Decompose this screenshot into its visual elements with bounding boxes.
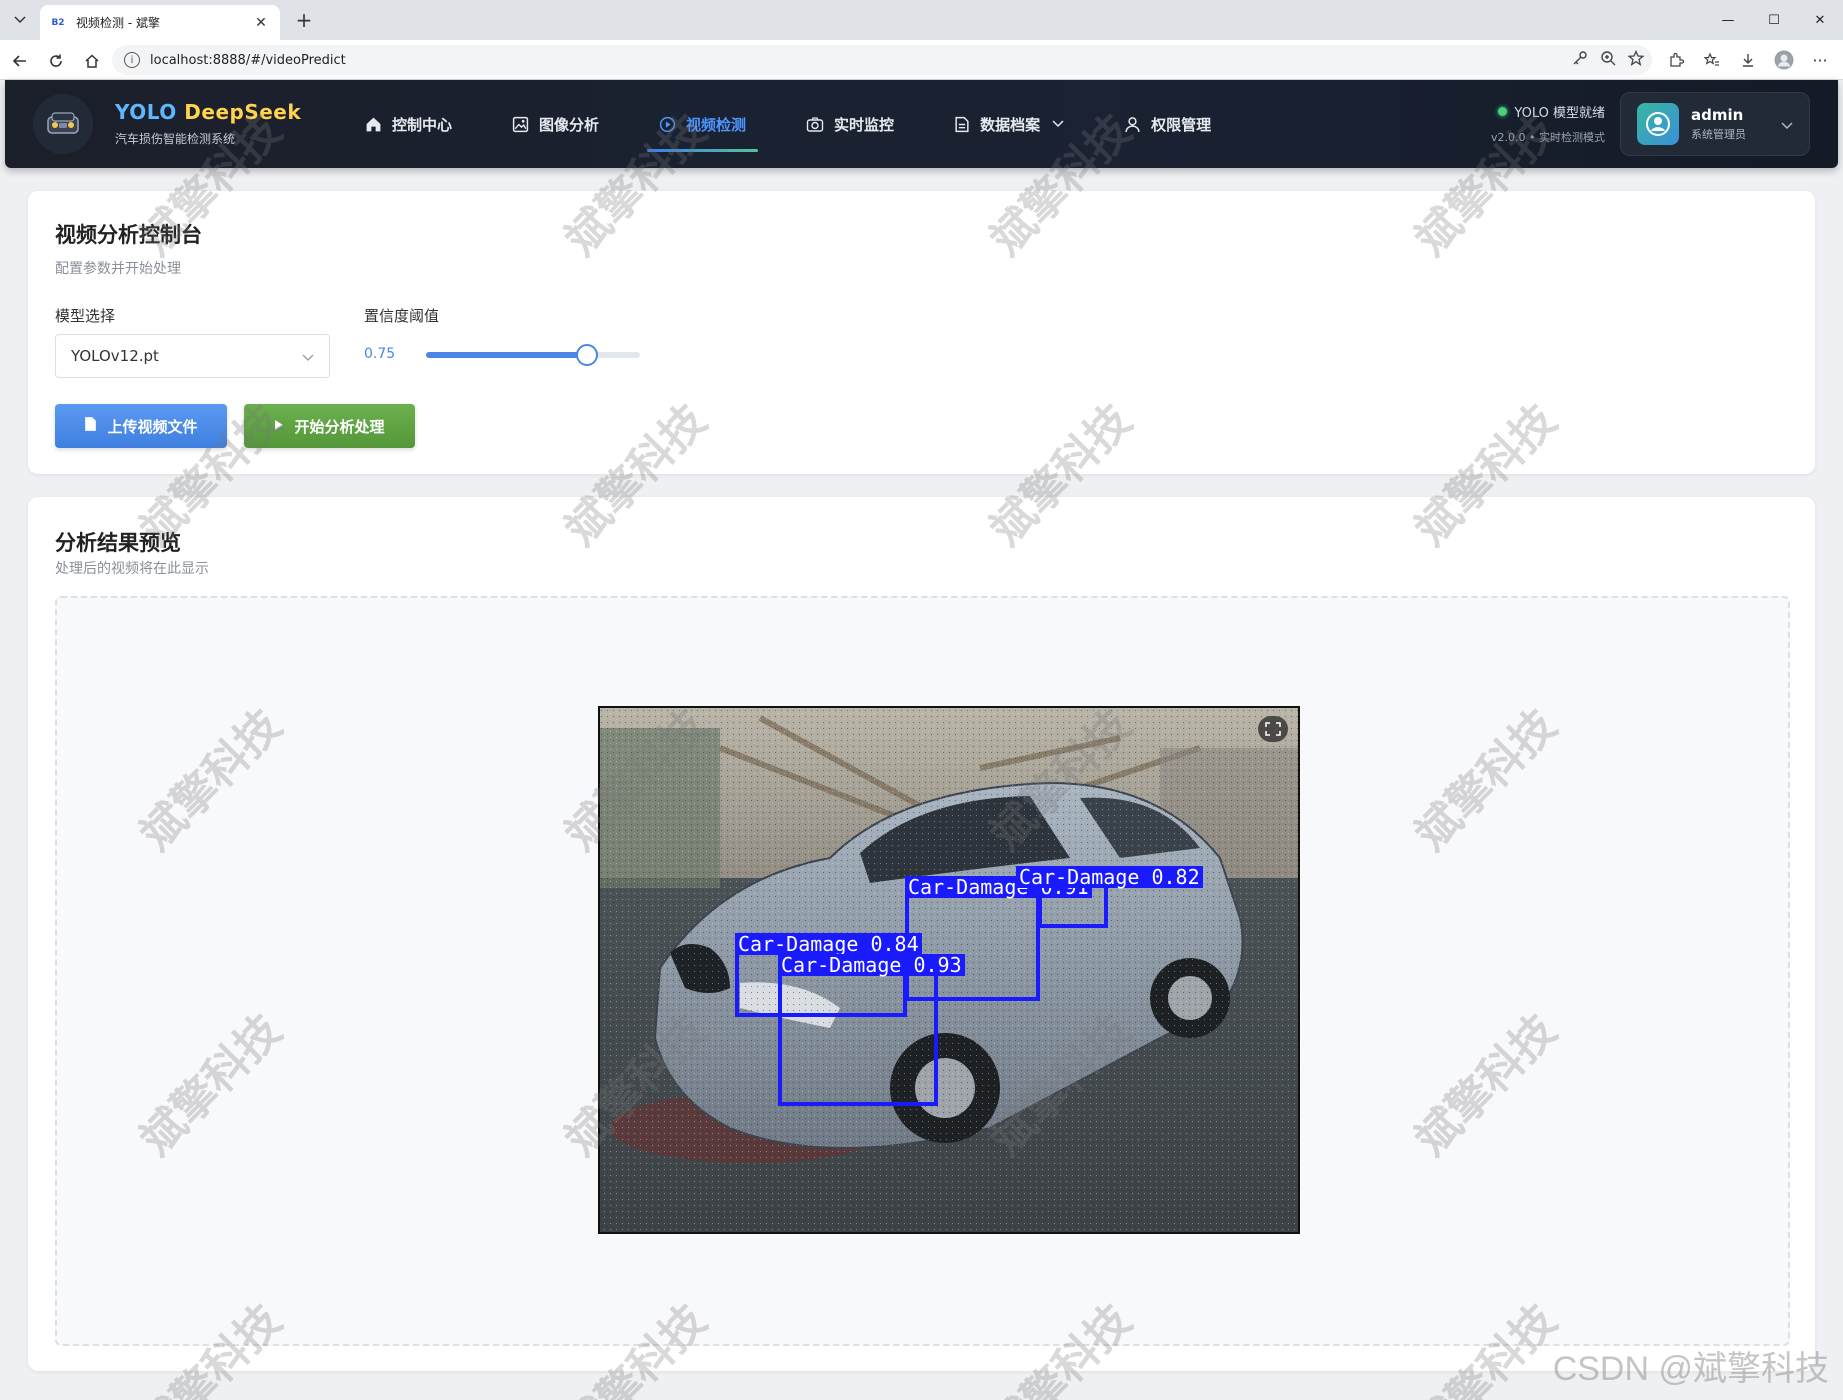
url-text: localhost:8888/#/videoPredict <box>150 52 346 68</box>
nav-item-permissions[interactable]: 权限管理 <box>1104 80 1231 168</box>
home-icon <box>365 116 382 133</box>
preview-subtitle: 处理后的视频将在此显示 <box>55 561 209 577</box>
more-menu-icon[interactable]: ··· <box>1807 47 1833 73</box>
window-close-icon[interactable]: ✕ <box>1797 0 1843 40</box>
preview-area: Car-Damage 0.91 Car-Damage 0.82 Car-Dama… <box>55 596 1790 1346</box>
status-dot-icon <box>1498 107 1508 116</box>
key-icon[interactable] <box>1572 50 1588 70</box>
play-circle-icon <box>659 116 676 133</box>
model-label: 模型选择 <box>55 307 116 325</box>
nav-item-live-monitor[interactable]: 实时监控 <box>786 80 914 168</box>
start-label: 开始分析处理 <box>294 417 385 436</box>
profile-avatar-icon[interactable] <box>1771 47 1797 73</box>
window-controls: — ☐ ✕ <box>1705 0 1843 40</box>
upload-video-button[interactable]: 上传视频文件 <box>55 404 227 448</box>
new-tab-button[interactable]: + <box>290 6 318 34</box>
avatar <box>1637 103 1679 145</box>
minimize-icon[interactable]: — <box>1705 0 1751 40</box>
nav-item-control-center[interactable]: 控制中心 <box>345 80 472 168</box>
user-avatar-icon <box>1646 112 1670 136</box>
detection-label: Car-Damage 0.82 <box>1016 866 1203 888</box>
detection-label: Car-Damage 0.84 <box>735 933 922 955</box>
fullscreen-icon[interactable] <box>1258 716 1288 742</box>
file-icon <box>84 416 97 436</box>
document-icon <box>954 116 970 133</box>
car-logo-icon <box>47 112 79 134</box>
brand-yolo: YOLO <box>115 100 177 124</box>
back-arrow-icon[interactable] <box>6 47 34 75</box>
extensions-icon[interactable] <box>1663 47 1689 73</box>
nav-label: 权限管理 <box>1151 115 1212 134</box>
home-icon[interactable] <box>78 47 106 75</box>
favorites-icon[interactable] <box>1699 47 1725 73</box>
brand-title: YOLO DeepSeek <box>115 100 301 124</box>
nav-item-video-detection[interactable]: 视频检测 <box>639 80 766 168</box>
browser-tab[interactable]: B2 视频检测 - 斌擎 ✕ <box>40 5 280 40</box>
reload-icon[interactable] <box>42 47 70 75</box>
tab-list-chevron-icon[interactable] <box>6 6 34 34</box>
control-subtitle: 配置参数并开始处理 <box>55 261 181 277</box>
tab-title: 视频检测 - 斌擎 <box>76 16 160 30</box>
main-nav: 控制中心 图像分析 视频检测 实时监控 数据档案 权限管理 <box>345 80 1251 168</box>
control-panel-card: 视频分析控制台 配置参数并开始处理 模型选择 YOLOv12.pt 置信度阈值 … <box>28 191 1815 474</box>
tab-favicon-icon: B2 <box>51 17 65 28</box>
confidence-label: 置信度阈值 <box>364 307 440 325</box>
user-icon <box>1124 116 1141 133</box>
chevron-down-icon <box>1052 120 1064 128</box>
status-text: YOLO 模型就绪 <box>1514 106 1605 121</box>
slider-thumb[interactable] <box>575 344 598 366</box>
url-field[interactable]: i localhost:8888/#/videoPredict <box>112 45 1652 75</box>
nav-item-image-analysis[interactable]: 图像分析 <box>492 80 619 168</box>
user-menu[interactable]: admin 系统管理员 <box>1620 92 1810 156</box>
site-info-icon[interactable]: i <box>124 52 140 68</box>
brand-subtitle: 汽车损伤智能检测系统 <box>115 132 236 146</box>
user-role: 系统管理员 <box>1691 128 1746 141</box>
nav-item-data-archive[interactable]: 数据档案 <box>934 80 1084 168</box>
nav-label: 视频检测 <box>686 115 747 134</box>
model-status: YOLO 模型就绪 v2.0.0 • 实时检测模式 <box>1465 102 1605 145</box>
image-icon <box>512 116 529 133</box>
address-bar: i localhost:8888/#/videoPredict ··· <box>0 40 1843 80</box>
chevron-down-icon <box>302 347 314 366</box>
start-analysis-button[interactable]: 开始分析处理 <box>244 404 415 448</box>
version-text: v2.0.0 • 实时检测模式 <box>1491 131 1605 144</box>
browser-tabstrip: B2 视频检测 - 斌擎 ✕ + — ☐ ✕ <box>0 0 1843 40</box>
nav-label: 实时监控 <box>834 115 895 134</box>
model-select-value: YOLOv12.pt <box>71 347 159 365</box>
nav-label: 控制中心 <box>392 115 453 134</box>
model-select[interactable]: YOLOv12.pt <box>55 334 330 378</box>
confidence-value: 0.75 <box>364 346 396 362</box>
camera-icon <box>806 116 824 133</box>
upload-label: 上传视频文件 <box>107 417 198 436</box>
detection-box <box>778 966 938 1106</box>
logo <box>33 94 93 154</box>
csdn-credit: CSDN @斌擎科技 <box>1552 1350 1829 1388</box>
nav-label: 图像分析 <box>539 115 600 134</box>
slider-fill <box>426 352 587 358</box>
preview-title: 分析结果预览 <box>55 531 181 555</box>
nav-label: 数据档案 <box>980 115 1041 134</box>
favorite-star-icon[interactable] <box>1627 49 1645 70</box>
zoom-icon[interactable] <box>1600 50 1616 70</box>
download-icon[interactable] <box>1735 47 1761 73</box>
result-video[interactable]: Car-Damage 0.91 Car-Damage 0.82 Car-Dama… <box>598 706 1300 1234</box>
maximize-icon[interactable]: ☐ <box>1751 0 1797 40</box>
preview-card: 分析结果预览 处理后的视频将在此显示 Car-Damage 0.91 Car-D… <box>28 497 1815 1371</box>
app-header: YOLO DeepSeek 汽车损伤智能检测系统 控制中心 图像分析 视频检测 <box>5 80 1838 168</box>
control-title: 视频分析控制台 <box>55 223 202 247</box>
detection-label: Car-Damage 0.93 <box>778 954 965 976</box>
play-icon <box>274 417 284 435</box>
chevron-down-icon <box>1781 115 1793 134</box>
confidence-slider[interactable] <box>426 344 640 366</box>
brand-deepseek: DeepSeek <box>184 100 302 124</box>
user-name: admin <box>1691 106 1744 124</box>
tab-close-icon[interactable]: ✕ <box>252 14 270 32</box>
